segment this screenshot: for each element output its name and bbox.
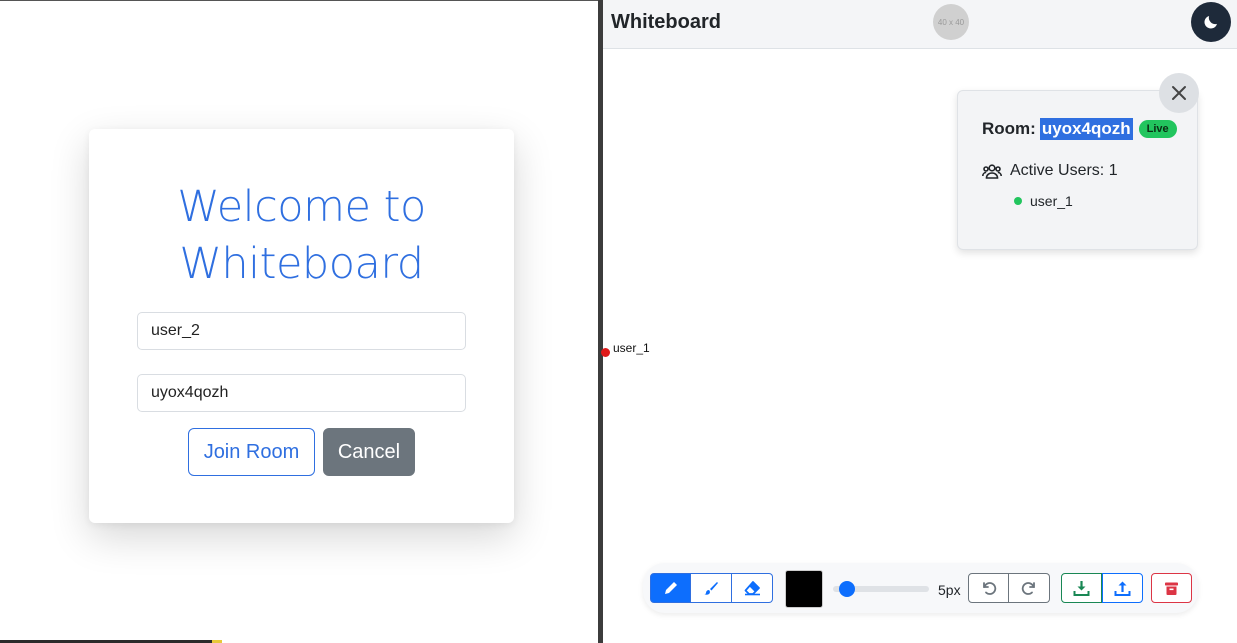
drawing-toolbar: 5px: [643, 563, 1198, 613]
login-window: Welcome to Whiteboard Join Room Cancel: [0, 0, 598, 643]
moon-icon: [1204, 16, 1217, 29]
room-panel-close-button[interactable]: [1159, 73, 1199, 113]
pencil-icon: [664, 582, 677, 594]
avatar[interactable]: 40 x 40: [933, 4, 969, 40]
cancel-button[interactable]: Cancel: [323, 428, 415, 476]
brush-tool-button[interactable]: [691, 573, 732, 603]
room-label: Room: uyox4qozh Live: [982, 118, 1177, 140]
download-button[interactable]: [1061, 573, 1102, 603]
redo-button[interactable]: [1009, 573, 1050, 603]
room-prefix: Room:: [982, 119, 1036, 138]
room-code[interactable]: uyox4qozh: [1039, 118, 1133, 140]
undo-button[interactable]: [968, 573, 1009, 603]
undo-icon: [982, 582, 996, 595]
active-users-row: Active Users: 1: [982, 162, 1118, 180]
pencil-tool-button[interactable]: [650, 573, 691, 603]
welcome-card: Welcome to Whiteboard Join Room Cancel: [89, 129, 514, 523]
brush-icon: [704, 582, 718, 595]
room-id-input[interactable]: [137, 374, 466, 412]
whiteboard-window: Whiteboard 40 x 40 user_1 Room: uyox4qoz…: [601, 0, 1237, 643]
welcome-title-line-1: Welcome to: [177, 182, 426, 232]
users-icon: [982, 164, 1002, 179]
redo-icon: [1021, 582, 1035, 595]
remote-cursor-dot: [601, 348, 610, 357]
draw-tools-group: [650, 573, 773, 603]
download-icon: [1073, 580, 1090, 596]
room-info-panel: Room: uyox4qozh Live Active Users: 1 use…: [957, 90, 1198, 250]
join-room-button[interactable]: Join Room: [188, 428, 315, 476]
user-name: user_1: [1030, 193, 1073, 209]
theme-toggle-button[interactable]: [1191, 2, 1231, 42]
app-title: Whiteboard: [611, 11, 721, 33]
top-navbar: Whiteboard 40 x 40: [603, 0, 1237, 49]
eraser-icon: [744, 581, 760, 596]
brush-size-label: 5px: [938, 582, 961, 598]
live-badge: Live: [1138, 120, 1177, 138]
close-icon: [1172, 86, 1186, 100]
clear-canvas-button[interactable]: [1151, 573, 1192, 603]
file-group: [1061, 573, 1143, 603]
upload-button[interactable]: [1102, 573, 1143, 603]
online-status-dot: [1014, 197, 1022, 205]
brush-size-slider-thumb[interactable]: [839, 581, 855, 597]
welcome-title-line-2: Whiteboard: [179, 239, 424, 289]
eraser-tool-button[interactable]: [732, 573, 773, 603]
remote-cursor-label: user_1: [613, 341, 650, 355]
active-users-label: Active Users: 1: [1010, 162, 1118, 179]
color-picker[interactable]: [785, 570, 823, 608]
history-group: [968, 573, 1050, 603]
username-input[interactable]: [137, 312, 466, 350]
upload-icon: [1114, 581, 1131, 596]
welcome-title: Welcome to Whiteboard: [89, 179, 514, 293]
trash-icon: [1165, 582, 1178, 595]
user-list-item: user_1: [1014, 193, 1073, 209]
